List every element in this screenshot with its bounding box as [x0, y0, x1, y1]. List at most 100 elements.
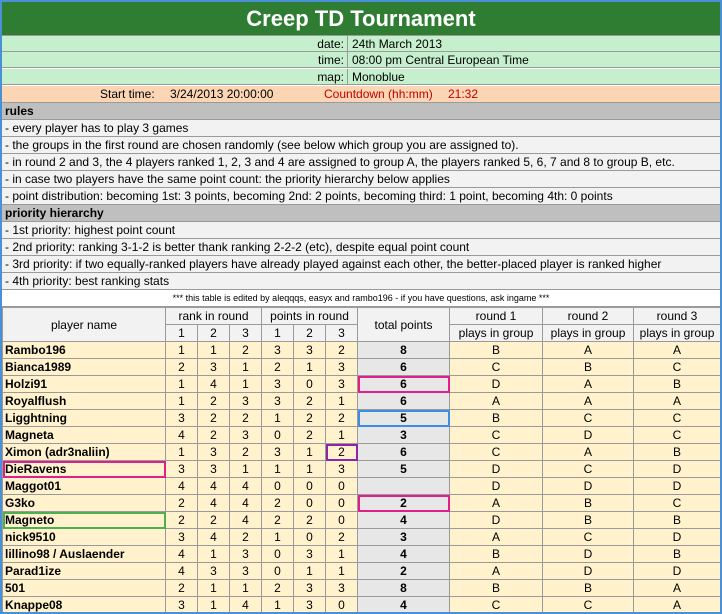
points-cell[interactable]: 0 — [293, 375, 326, 393]
group-cell[interactable]: D — [633, 562, 720, 580]
group-cell[interactable]: C — [449, 358, 544, 376]
group-cell[interactable]: C — [449, 426, 544, 444]
group-cell[interactable]: C — [542, 596, 635, 612]
group-cell[interactable]: B — [633, 375, 720, 393]
points-cell[interactable]: 3 — [261, 392, 294, 410]
points-cell[interactable]: 0 — [324, 596, 359, 612]
group-cell[interactable]: B — [449, 545, 544, 563]
rank-cell[interactable]: 3 — [197, 358, 230, 376]
rank-cell[interactable]: 4 — [165, 562, 198, 580]
group-cell[interactable]: A — [633, 579, 720, 597]
group-cell[interactable]: C — [542, 409, 635, 427]
rank-cell[interactable]: 1 — [229, 579, 262, 597]
points-sub-2[interactable]: 2 — [293, 324, 326, 342]
points-cell[interactable]: 0 — [261, 477, 294, 495]
time-value[interactable]: 08:00 pm Central European Time — [352, 52, 529, 68]
total-points-cell[interactable]: 4 — [357, 545, 451, 563]
player-name-cell[interactable]: Maggot01 — [2, 477, 166, 495]
rank-cell[interactable]: 3 — [229, 545, 262, 563]
rank-cell[interactable]: 4 — [165, 545, 198, 563]
points-cell[interactable]: 0 — [293, 477, 326, 495]
total-points-cell[interactable]: 4 — [357, 596, 451, 612]
group-cell[interactable]: D — [542, 545, 635, 563]
total-points-cell[interactable] — [357, 477, 451, 495]
points-cell[interactable]: 0 — [261, 545, 294, 563]
total-points-cell[interactable]: 8 — [357, 341, 451, 359]
group-cell[interactable]: A — [542, 392, 635, 410]
points-cell[interactable]: 0 — [293, 528, 326, 546]
total-points-cell[interactable]: 3 — [357, 426, 451, 444]
group-cell[interactable]: C — [449, 443, 544, 461]
total-points-cell[interactable]: 4 — [357, 511, 451, 529]
total-points-cell[interactable]: 6 — [357, 443, 451, 461]
group-cell[interactable]: B — [633, 545, 720, 563]
group-cell[interactable]: D — [542, 426, 635, 444]
group-cell[interactable]: D — [542, 477, 635, 495]
points-cell[interactable]: 1 — [293, 562, 326, 580]
round2-plays-in-group[interactable]: plays in group — [542, 324, 635, 342]
total-points-cell[interactable]: 6 — [357, 375, 451, 393]
group-cell[interactable]: A — [449, 392, 544, 410]
total-points-cell[interactable]: 2 — [357, 494, 451, 512]
points-cell[interactable]: 3 — [261, 375, 294, 393]
rank-cell[interactable]: 2 — [165, 494, 198, 512]
player-name-cell[interactable]: Bianca1989 — [2, 358, 166, 376]
rank-cell[interactable]: 3 — [197, 562, 230, 580]
points-cell[interactable]: 3 — [261, 443, 294, 461]
rank-sub-3[interactable]: 3 — [229, 324, 262, 342]
player-name-cell[interactable]: lillino98 / Auslaender — [2, 545, 166, 563]
points-cell[interactable]: 2 — [293, 426, 326, 444]
points-cell[interactable]: 1 — [324, 392, 359, 410]
points-sub-1[interactable]: 1 — [261, 324, 294, 342]
points-cell[interactable]: 0 — [261, 562, 294, 580]
points-cell[interactable]: 2 — [261, 511, 294, 529]
total-points-cell[interactable]: 2 — [357, 562, 451, 580]
rank-cell[interactable]: 1 — [197, 341, 230, 359]
player-name-cell[interactable]: Magneta — [2, 426, 166, 444]
points-cell[interactable]: 3 — [324, 579, 359, 597]
group-cell[interactable]: A — [449, 494, 544, 512]
group-cell[interactable]: D — [449, 511, 544, 529]
rank-cell[interactable]: 1 — [165, 375, 198, 393]
rank-cell[interactable]: 2 — [197, 392, 230, 410]
points-cell[interactable]: 1 — [261, 528, 294, 546]
rank-cell[interactable]: 1 — [165, 392, 198, 410]
rank-cell[interactable]: 4 — [197, 528, 230, 546]
rank-cell[interactable]: 4 — [229, 596, 262, 612]
col-header-player[interactable]: player name — [2, 307, 166, 342]
total-points-cell[interactable]: 8 — [357, 579, 451, 597]
group-cell[interactable]: A — [633, 341, 720, 359]
rank-cell[interactable]: 4 — [197, 375, 230, 393]
rank-cell[interactable]: 4 — [165, 426, 198, 444]
points-cell[interactable]: 1 — [324, 545, 359, 563]
rank-cell[interactable]: 3 — [197, 443, 230, 461]
player-name-cell[interactable]: Ligghtning — [2, 409, 166, 427]
col-header-total[interactable]: total points — [357, 307, 451, 342]
rank-cell[interactable]: 1 — [229, 460, 262, 478]
rank-sub-2[interactable]: 2 — [197, 324, 230, 342]
rank-cell[interactable]: 2 — [165, 358, 198, 376]
group-cell[interactable]: B — [542, 358, 635, 376]
map-value[interactable]: Monoblue — [352, 69, 405, 85]
col-header-round1[interactable]: round 1 — [449, 307, 544, 325]
rank-cell[interactable]: 3 — [165, 528, 198, 546]
col-header-round3[interactable]: round 3 — [633, 307, 720, 325]
points-cell[interactable]: 0 — [293, 494, 326, 512]
group-cell[interactable]: B — [633, 511, 720, 529]
rank-cell[interactable]: 2 — [229, 341, 262, 359]
points-cell[interactable]: 1 — [261, 409, 294, 427]
group-cell[interactable]: A — [542, 341, 635, 359]
points-cell[interactable]: 2 — [324, 341, 359, 359]
points-cell[interactable]: 2 — [324, 409, 359, 427]
points-cell[interactable]: 0 — [261, 426, 294, 444]
group-cell[interactable]: C — [633, 426, 720, 444]
group-cell[interactable]: A — [449, 528, 544, 546]
total-points-cell[interactable]: 6 — [357, 358, 451, 376]
player-name-cell[interactable]: Royalflush — [2, 392, 166, 410]
player-name-cell[interactable]: Magneto — [2, 511, 166, 529]
group-cell[interactable]: B — [449, 341, 544, 359]
rank-cell[interactable]: 2 — [165, 511, 198, 529]
rank-cell[interactable]: 3 — [165, 596, 198, 612]
points-cell[interactable]: 1 — [293, 358, 326, 376]
rank-cell[interactable]: 3 — [229, 392, 262, 410]
